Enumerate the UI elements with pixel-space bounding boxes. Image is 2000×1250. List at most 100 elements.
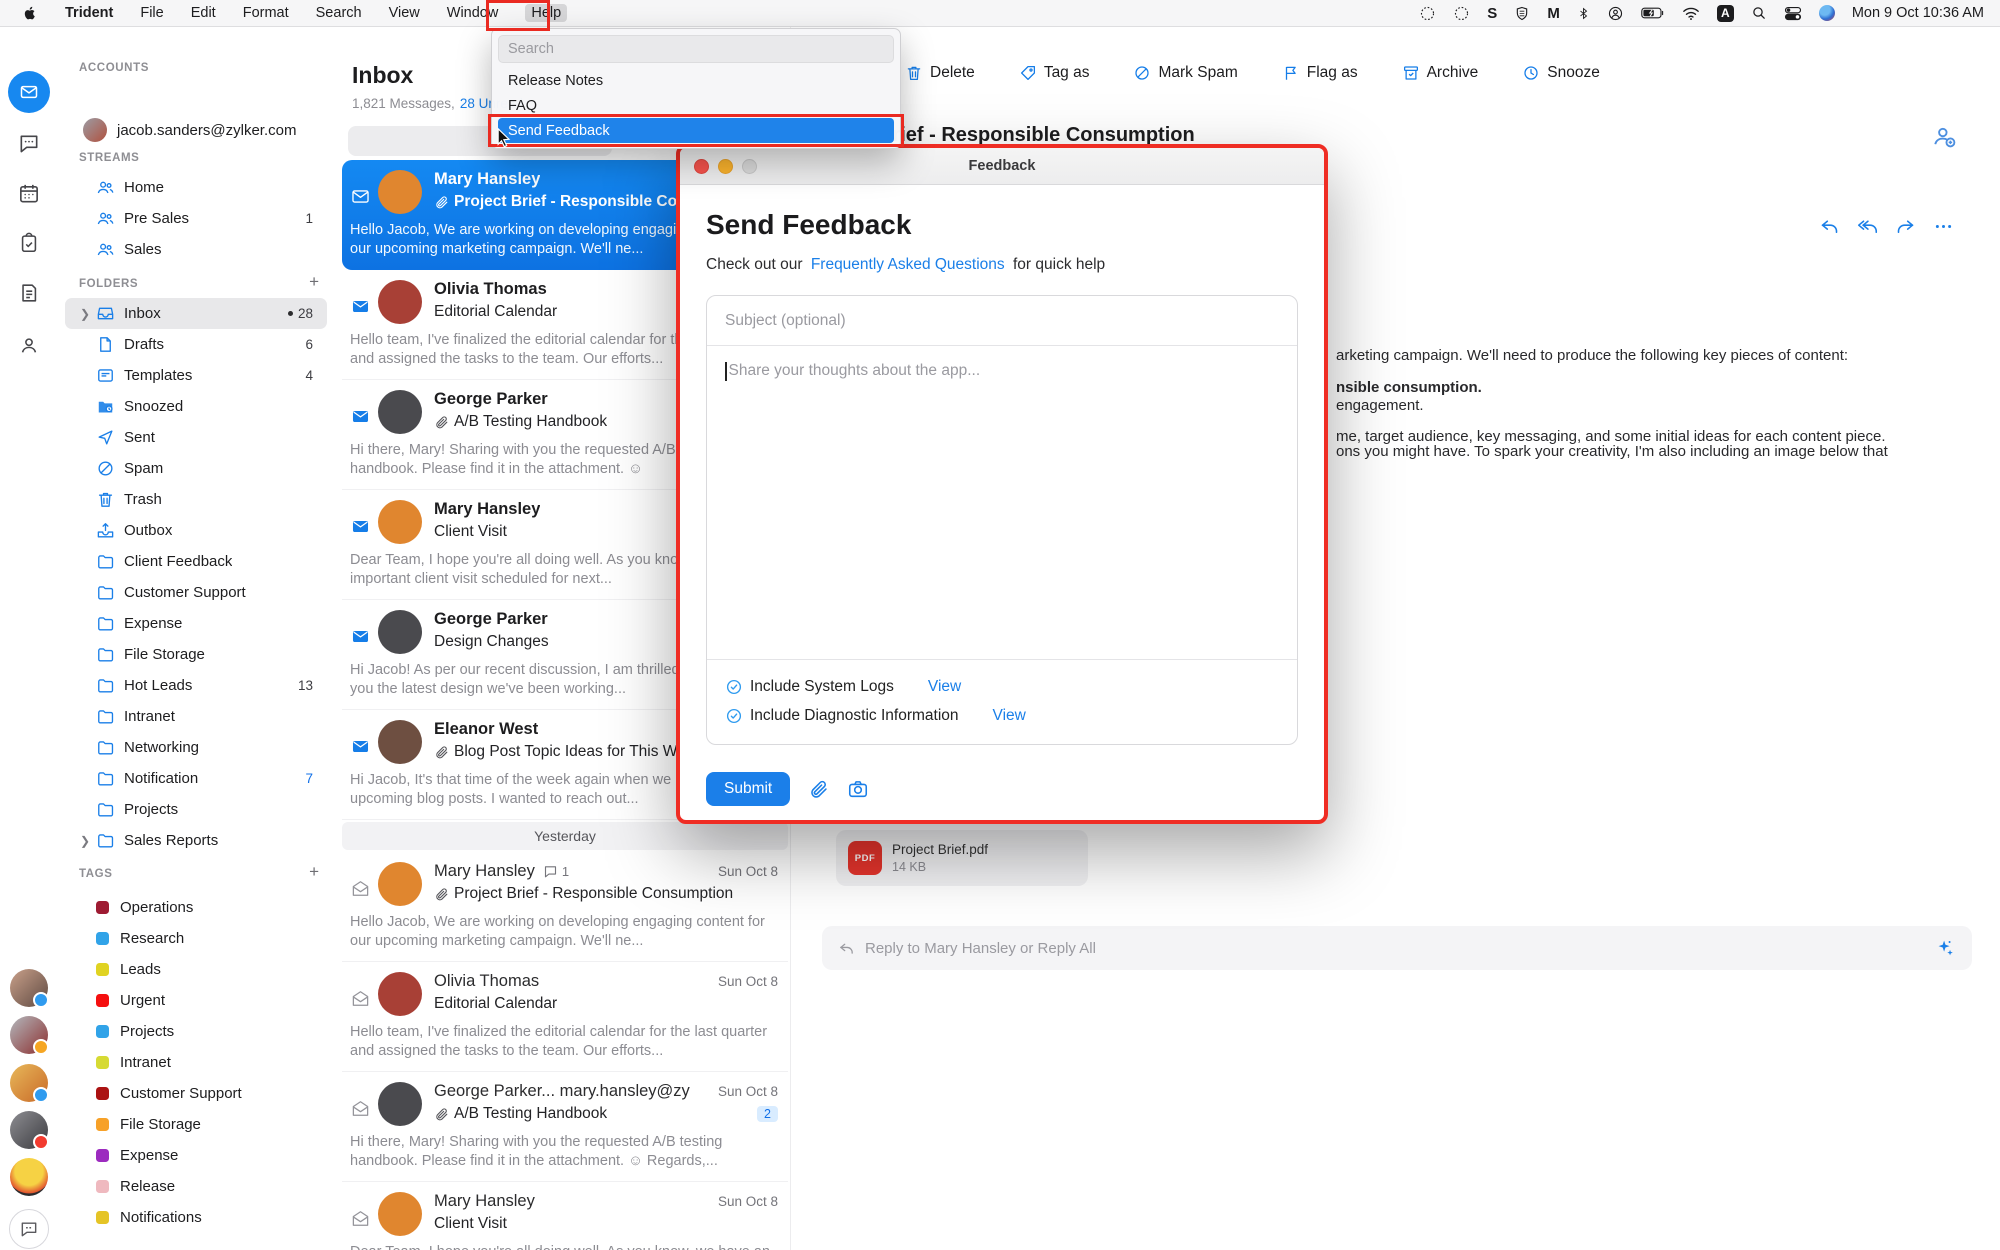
folder-trash[interactable]: Trash bbox=[65, 484, 327, 515]
folder-item[interactable]: ❯ Projects bbox=[65, 794, 327, 825]
tag-item[interactable]: Research bbox=[65, 923, 327, 954]
status-icon-control-center[interactable] bbox=[1784, 4, 1802, 22]
read-state-envelope-icon[interactable] bbox=[350, 1200, 370, 1236]
folder-item[interactable]: ❯ Customer Support bbox=[65, 577, 327, 608]
read-state-envelope-icon[interactable] bbox=[350, 618, 370, 654]
read-state-envelope-icon[interactable] bbox=[350, 178, 370, 214]
archive-button[interactable]: Archive bbox=[1402, 64, 1479, 82]
status-icon-m-app[interactable]: M bbox=[1547, 4, 1560, 22]
folder-item[interactable]: ❯ Expense bbox=[65, 608, 327, 639]
contact-avatar-1[interactable] bbox=[10, 969, 48, 1007]
read-state-envelope-icon[interactable] bbox=[350, 980, 370, 1016]
email-list-item[interactable]: Olivia Thomas Sun Oct 8 Editorial Calend… bbox=[342, 962, 788, 1072]
stream-item[interactable]: Sales bbox=[65, 234, 327, 265]
help-menu-search-field[interactable]: Search bbox=[498, 35, 894, 63]
calendar-module-icon[interactable] bbox=[17, 182, 40, 205]
folder-item[interactable]: ❯ Client Feedback bbox=[65, 546, 327, 577]
email-list-item[interactable]: Mary Hansley 1 Sun Oct 8 Project Brief -… bbox=[342, 852, 788, 962]
stream-item[interactable]: Pre Sales 1 bbox=[65, 203, 327, 234]
status-icon-spotlight[interactable] bbox=[1751, 4, 1767, 22]
folder-inbox[interactable]: ❯ Inbox 28 bbox=[65, 298, 327, 329]
menu-view[interactable]: View bbox=[389, 5, 420, 21]
status-icon-browser[interactable] bbox=[1819, 4, 1835, 22]
checkbox-system-logs[interactable] bbox=[725, 678, 743, 696]
folder-sent[interactable]: Sent bbox=[65, 422, 327, 453]
snooze-button[interactable]: Snooze bbox=[1522, 64, 1600, 82]
folder-spam[interactable]: Spam bbox=[65, 453, 327, 484]
tag-item[interactable]: Notifications bbox=[65, 1202, 327, 1233]
menu-app-name[interactable]: Trident bbox=[65, 5, 113, 21]
status-icon-shield[interactable] bbox=[1514, 4, 1530, 22]
tag-item[interactable]: Intranet bbox=[65, 1047, 327, 1078]
screenshot-camera-icon[interactable] bbox=[847, 778, 869, 800]
read-state-envelope-icon[interactable] bbox=[350, 728, 370, 764]
support-chat-icon[interactable] bbox=[9, 1209, 49, 1249]
view-system-logs-link[interactable]: View bbox=[928, 678, 961, 696]
read-state-envelope-icon[interactable] bbox=[350, 508, 370, 544]
submit-button[interactable]: Submit bbox=[706, 772, 790, 806]
checkbox-diagnostic-info[interactable] bbox=[725, 707, 743, 725]
status-icon-capture[interactable] bbox=[1419, 4, 1436, 22]
folder-item[interactable]: ❯ Networking bbox=[65, 732, 327, 763]
menu-window[interactable]: Window bbox=[447, 5, 499, 21]
tag-item[interactable]: Urgent bbox=[65, 985, 327, 1016]
read-state-envelope-icon[interactable] bbox=[350, 398, 370, 434]
more-options-icon[interactable] bbox=[1933, 216, 1954, 237]
folder-templates[interactable]: Templates 4 bbox=[65, 360, 327, 391]
tag-as-button[interactable]: Tag as bbox=[1019, 64, 1090, 82]
quick-reply-bar[interactable]: Reply to Mary Hansley or Reply All bbox=[822, 926, 1972, 970]
status-icon-wifi[interactable] bbox=[1682, 4, 1700, 22]
contact-avatar-4[interactable] bbox=[10, 1111, 48, 1149]
tag-item[interactable]: Operations bbox=[65, 892, 327, 923]
tag-item[interactable]: Projects bbox=[65, 1016, 327, 1047]
menu-item-faq[interactable]: FAQ bbox=[498, 93, 894, 118]
attach-file-icon[interactable] bbox=[808, 779, 829, 800]
tag-item[interactable]: Customer Support bbox=[65, 1078, 327, 1109]
dialog-title-bar[interactable]: Feedback bbox=[680, 148, 1324, 185]
status-icon-bluetooth[interactable] bbox=[1577, 4, 1590, 22]
flag-as-button[interactable]: Flag as bbox=[1282, 64, 1358, 82]
menu-format[interactable]: Format bbox=[243, 5, 289, 21]
read-state-envelope-icon[interactable] bbox=[350, 1090, 370, 1126]
menu-edit[interactable]: Edit bbox=[191, 5, 216, 21]
account-row[interactable]: jacob.sanders@zylker.com bbox=[83, 118, 296, 142]
folder-outbox[interactable]: Outbox bbox=[65, 515, 327, 546]
view-diagnostic-link[interactable]: View bbox=[993, 707, 1026, 725]
forward-icon[interactable] bbox=[1895, 216, 1916, 237]
mail-module-icon[interactable] bbox=[8, 71, 50, 113]
apple-menu-icon[interactable] bbox=[22, 4, 38, 22]
menu-search[interactable]: Search bbox=[316, 5, 362, 21]
read-state-envelope-icon[interactable] bbox=[350, 288, 370, 324]
delete-button[interactable]: Delete bbox=[905, 64, 975, 82]
folder-item[interactable]: ❯ File Storage bbox=[65, 639, 327, 670]
folder-drafts[interactable]: Drafts 6 bbox=[65, 329, 327, 360]
tag-item[interactable]: Release bbox=[65, 1171, 327, 1202]
menu-help[interactable]: Help bbox=[525, 4, 567, 22]
folder-item[interactable]: ❯ Intranet bbox=[65, 701, 327, 732]
reply-icon[interactable] bbox=[1819, 216, 1840, 237]
chevron-right-icon[interactable]: ❯ bbox=[80, 307, 96, 321]
ai-sparkle-icon[interactable] bbox=[1934, 937, 1956, 959]
contact-avatar-2[interactable] bbox=[10, 1016, 48, 1054]
contact-details-icon[interactable] bbox=[1930, 122, 1958, 150]
email-list-item[interactable]: Mary Hansley Sun Oct 8 Client Visit bbox=[342, 1182, 788, 1250]
status-icon-keyboard-a[interactable]: A bbox=[1717, 4, 1734, 22]
status-icon-user[interactable] bbox=[1607, 4, 1624, 22]
mark-spam-button[interactable]: Mark Spam bbox=[1133, 64, 1237, 82]
tag-item[interactable]: Expense bbox=[65, 1140, 327, 1171]
menu-item-send-feedback[interactable]: Send Feedback bbox=[498, 118, 894, 143]
menu-bar-clock[interactable]: Mon 9 Oct 10:36 AM bbox=[1852, 5, 1984, 21]
tasks-module-icon[interactable] bbox=[18, 232, 40, 254]
folder-item[interactable]: ❯ Hot Leads 13 bbox=[65, 670, 327, 701]
reply-all-icon[interactable] bbox=[1857, 216, 1878, 237]
stream-item[interactable]: Home bbox=[65, 172, 327, 203]
add-tag-icon[interactable]: + bbox=[309, 862, 319, 882]
feedback-textarea[interactable]: Share your thoughts about the app... bbox=[707, 346, 1297, 659]
email-list-item[interactable]: George Parker... mary.hansley@zy Sun Oct… bbox=[342, 1072, 788, 1182]
read-state-envelope-icon[interactable] bbox=[350, 870, 370, 906]
menu-item-release-notes[interactable]: Release Notes bbox=[498, 68, 894, 93]
status-icon-battery[interactable] bbox=[1641, 4, 1665, 22]
subject-input[interactable]: Subject (optional) bbox=[707, 296, 1297, 346]
attachment-card[interactable]: PDF Project Brief.pdf 14 KB bbox=[836, 830, 1088, 886]
tag-item[interactable]: File Storage bbox=[65, 1109, 327, 1140]
